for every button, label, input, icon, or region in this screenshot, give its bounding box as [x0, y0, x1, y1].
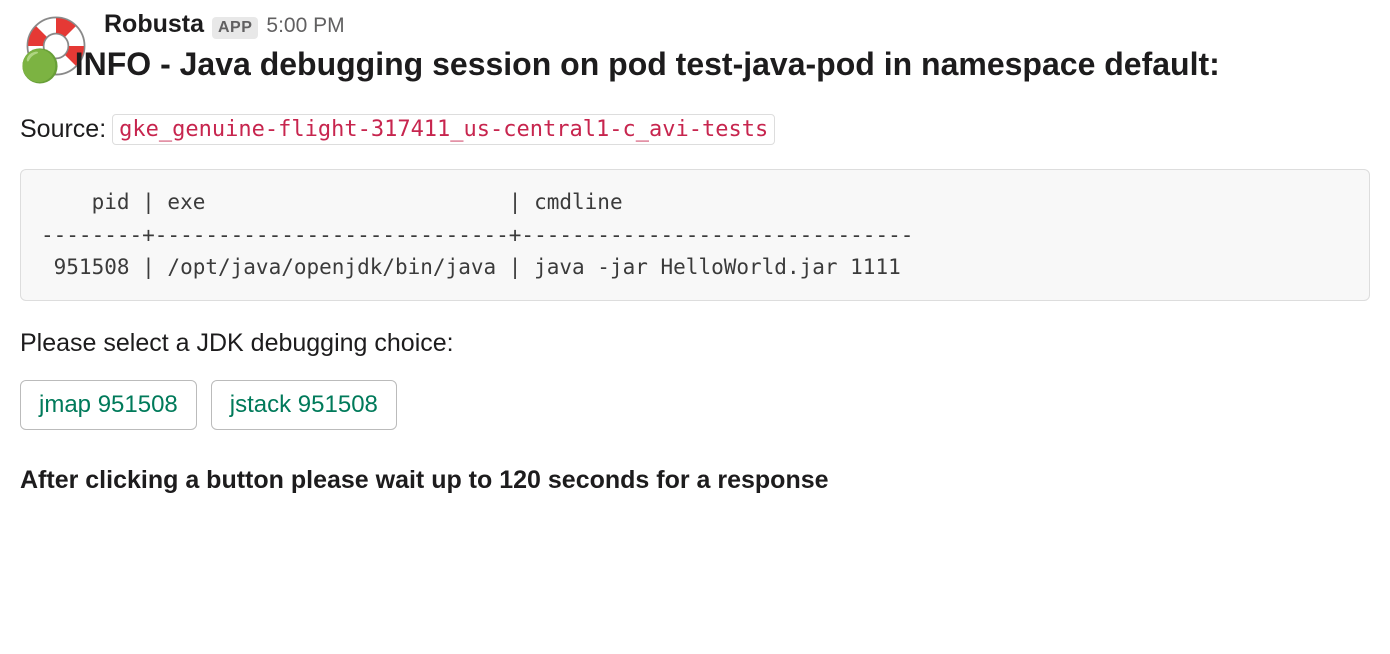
author-name[interactable]: Robusta [104, 10, 204, 39]
footer-note: After clicking a button please wait up t… [20, 466, 1370, 495]
button-row: jmap 951508 jstack 951508 [20, 380, 1370, 430]
process-table-code-block: pid | exe | cmdline --------+-----------… [20, 169, 1370, 301]
prompt-text: Please select a JDK debugging choice: [20, 329, 1370, 358]
status-emoji: 🟢 [20, 45, 60, 88]
message-title: 🟢 INFO - Java debugging session on pod t… [20, 43, 1370, 88]
app-badge: APP [212, 17, 258, 39]
source-label: Source: [20, 115, 106, 144]
title-text: INFO - Java debugging session on pod tes… [75, 46, 1220, 82]
source-value: gke_genuine-flight-317411_us-central1-c_… [112, 114, 775, 145]
timestamp[interactable]: 5:00 PM [266, 14, 344, 38]
jmap-button[interactable]: jmap 951508 [20, 380, 197, 430]
message-body: Robusta APP 5:00 PM 🟢 INFO - Java debugg… [104, 10, 1370, 495]
slack-message: Robusta APP 5:00 PM 🟢 INFO - Java debugg… [20, 10, 1370, 495]
source-line: Source: gke_genuine-flight-317411_us-cen… [20, 114, 1370, 145]
message-header: Robusta APP 5:00 PM [104, 10, 1370, 39]
jstack-button[interactable]: jstack 951508 [211, 380, 397, 430]
